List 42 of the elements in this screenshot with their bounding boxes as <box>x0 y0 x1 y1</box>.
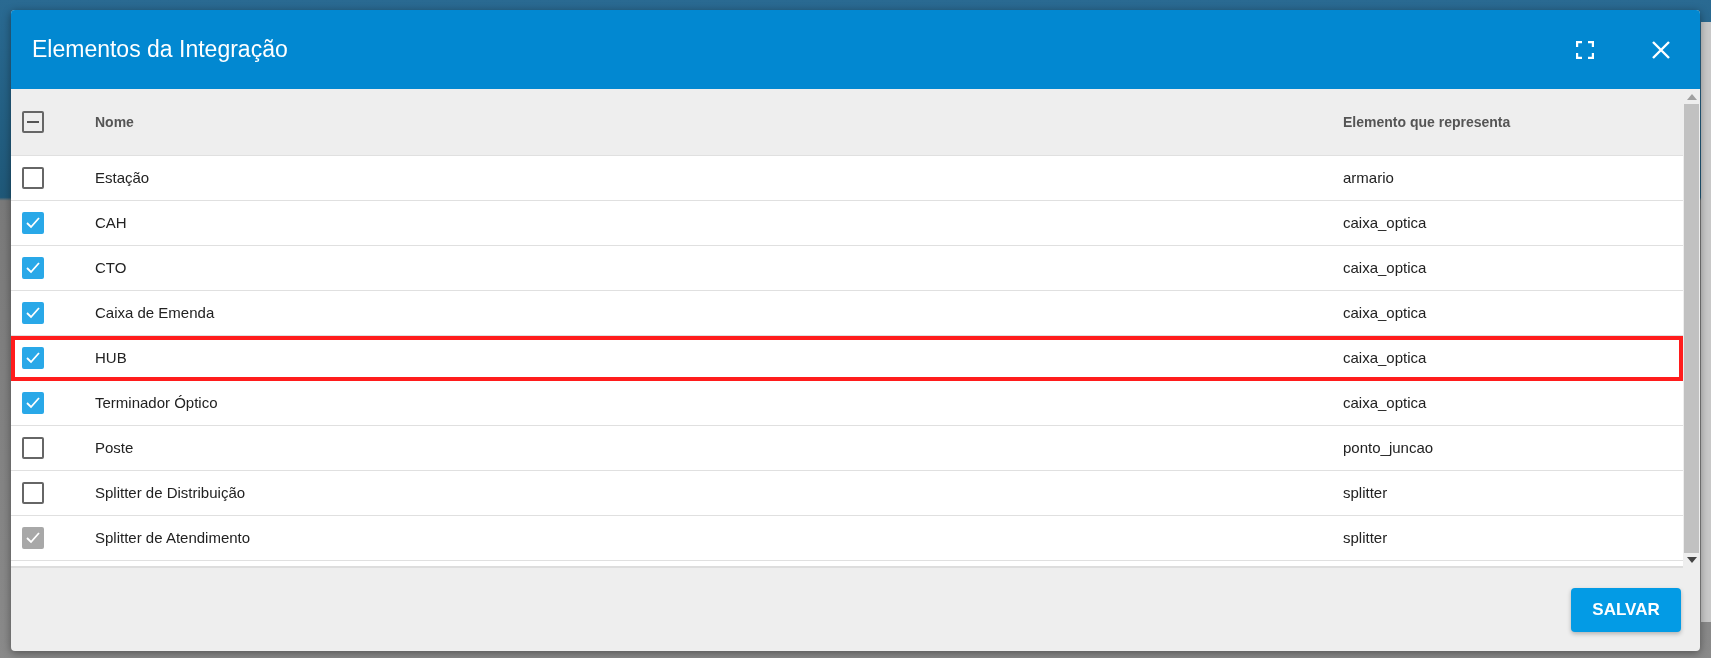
dialog-title: Elementos da Integração <box>32 36 289 63</box>
table-cell: Terminador Óptico <box>95 394 218 411</box>
row-checkbox[interactable] <box>22 257 44 279</box>
row-checkbox[interactable] <box>22 437 44 459</box>
row-checkbox[interactable] <box>22 482 44 504</box>
table-cell: Splitter de Distribuição <box>95 484 246 501</box>
table-cell: splitter <box>1343 484 1388 501</box>
column-header[interactable]: Elemento que representa <box>1343 114 1511 130</box>
column-header[interactable]: Nome <box>95 114 134 130</box>
scroll-up-icon[interactable] <box>1686 94 1697 100</box>
table-cell: HUB <box>95 349 127 366</box>
row-checkbox[interactable] <box>22 392 44 414</box>
table-cell: Poste <box>95 439 134 456</box>
check-icon <box>26 262 40 274</box>
select-all-checkbox[interactable] <box>22 111 44 133</box>
table-cell: caixa_optica <box>1343 304 1427 321</box>
table-cell: armario <box>1343 169 1394 186</box>
table-cell: caixa_optica <box>1343 214 1427 231</box>
table-cell: ponto_juncao <box>1343 439 1434 456</box>
fullscreen-icon[interactable] <box>1574 38 1596 61</box>
table-cell: Estação <box>95 169 150 186</box>
table-cell: CTO <box>95 259 127 276</box>
scroll-down-icon[interactable] <box>1686 557 1697 563</box>
table-cell: CAH <box>95 214 127 231</box>
scrollbar-thumb[interactable] <box>1684 104 1699 553</box>
row-checkbox[interactable] <box>22 302 44 324</box>
check-icon <box>26 352 40 364</box>
table-cell: caixa_optica <box>1343 349 1427 366</box>
table-cell: caixa_optica <box>1343 259 1427 276</box>
row-checkbox[interactable] <box>22 212 44 234</box>
table-cell: Caixa de Emenda <box>95 304 215 321</box>
check-icon <box>26 532 40 544</box>
check-icon <box>26 397 40 409</box>
table-cell: Splitter de Atendimento <box>95 529 251 546</box>
scrollbar[interactable] <box>1683 89 1700 568</box>
table-cell: caixa_optica <box>1343 394 1427 411</box>
check-icon <box>26 217 40 229</box>
table-cell: splitter <box>1343 529 1388 546</box>
row-checkbox[interactable] <box>22 167 44 189</box>
check-icon <box>26 307 40 319</box>
close-icon[interactable] <box>1650 38 1672 61</box>
row-checkbox[interactable] <box>22 347 44 369</box>
